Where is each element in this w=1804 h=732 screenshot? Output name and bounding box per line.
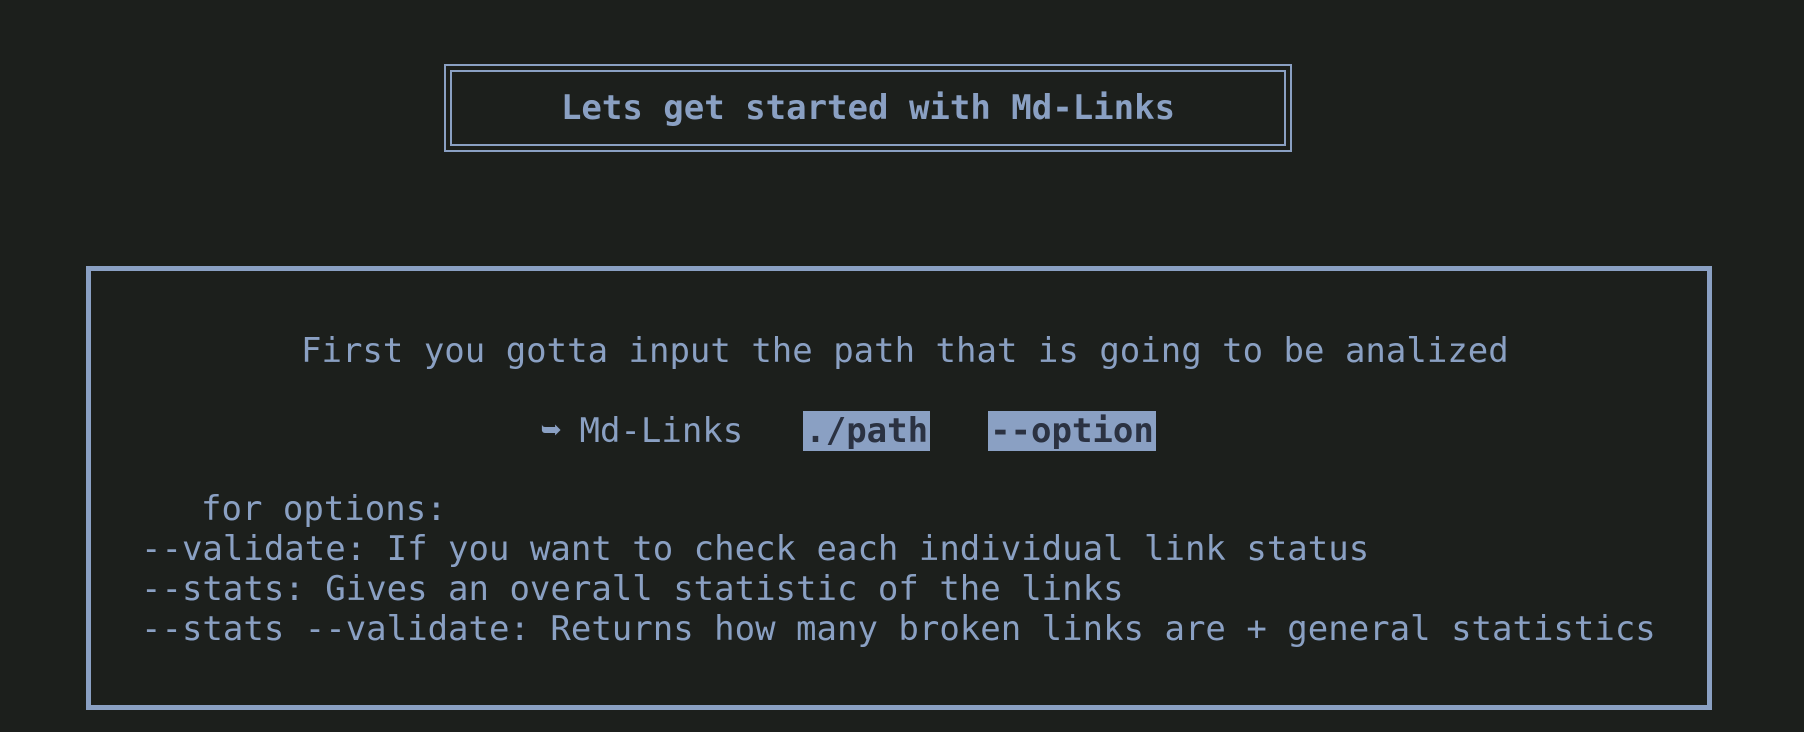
option-stats: --stats: Gives an overall statistic of t…: [141, 569, 1124, 609]
arrow-icon: ➥: [541, 411, 562, 451]
instructions-panel: First you gotta input the path that is g…: [86, 266, 1712, 710]
title-banner-inner: Lets get started with Md-Links: [450, 70, 1286, 146]
option-stats-validate: --stats --validate: Returns how many bro…: [141, 609, 1656, 649]
options-header: for options:: [201, 489, 447, 529]
title-text: Lets get started with Md-Links: [560, 88, 1176, 128]
option-validate: --validate: If you want to check each in…: [141, 529, 1370, 569]
title-banner: Lets get started with Md-Links: [444, 64, 1292, 152]
path-argument: ./path: [803, 411, 931, 451]
intro-text: First you gotta input the path that is g…: [301, 331, 1509, 371]
command-name: Md-Links: [579, 411, 744, 451]
command-example: ➥ Md-Links ./path --option: [541, 411, 1156, 451]
option-argument: --option: [988, 411, 1156, 451]
